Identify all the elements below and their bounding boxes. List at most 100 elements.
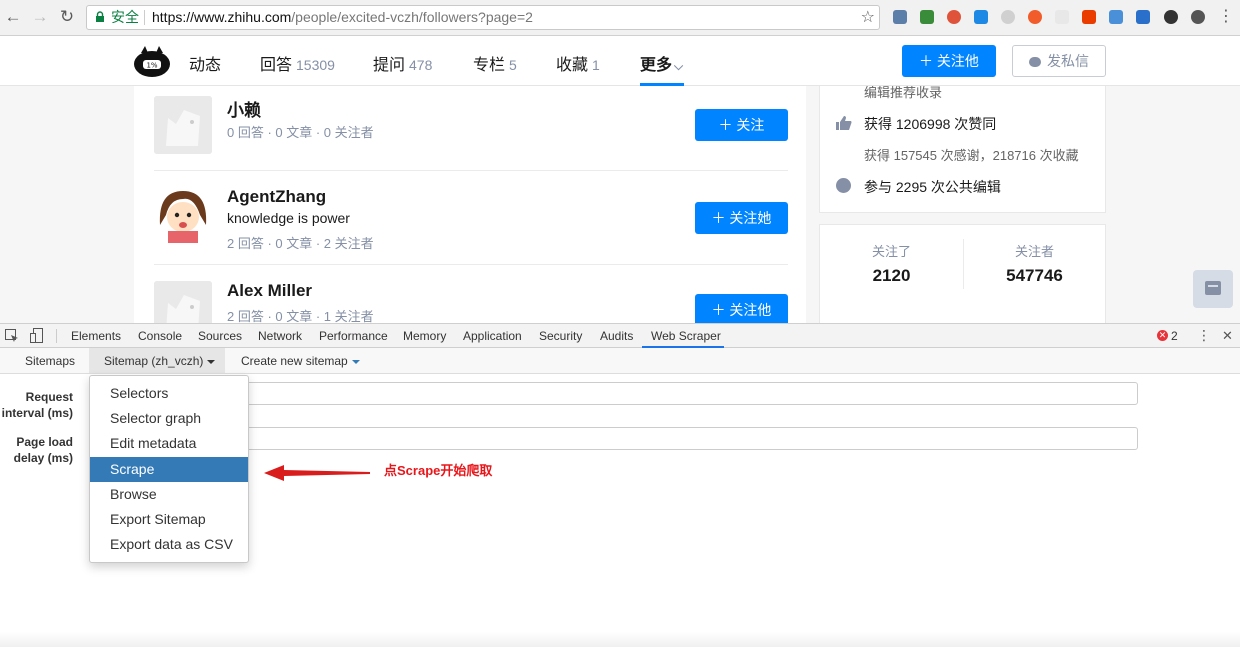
bookmark-star-icon[interactable]: ☆ bbox=[861, 6, 875, 29]
edit-icon bbox=[836, 178, 851, 193]
back-icon[interactable]: ← bbox=[3, 7, 23, 27]
chat-bubble-icon bbox=[1029, 57, 1041, 67]
tab-elements[interactable]: Elements bbox=[71, 329, 121, 343]
page-load-delay-label: Page load delay (ms) bbox=[0, 434, 73, 466]
default-avatar[interactable] bbox=[154, 96, 212, 154]
page-content: 小赖 0 回答 · 0 文章 · 0 关注者 ＋ 关注 AgentZhang k… bbox=[0, 86, 1240, 323]
menu-item-scrape[interactable]: Scrape bbox=[90, 457, 248, 482]
sitemap-dropdown-menu: Selectors Selector graph Edit metadata S… bbox=[89, 375, 249, 563]
tab-console[interactable]: Console bbox=[138, 329, 182, 343]
extension-icon-10[interactable] bbox=[1136, 10, 1150, 24]
reload-icon[interactable]: ↻ bbox=[57, 7, 77, 27]
follower-name[interactable]: AgentZhang bbox=[227, 187, 326, 207]
follower-row: AgentZhang knowledge is power 2 回答 · 0 文… bbox=[134, 171, 806, 264]
tab-performance[interactable]: Performance bbox=[319, 329, 388, 343]
secure-label: 安全 bbox=[111, 9, 139, 25]
nav-current-sitemap-label: Sitemap (zh_vczh) bbox=[104, 354, 204, 368]
chrome-menu-icon[interactable]: ⋮ bbox=[1216, 7, 1236, 27]
follower-meta: 0 回答 · 0 文章 · 0 关注者 bbox=[227, 125, 374, 140]
annotation-text: 点Scrape开始爬取 bbox=[384, 463, 493, 478]
extension-icon-4[interactable] bbox=[974, 10, 988, 24]
achievement-thanks: 获得 157545 次感谢，218716 次收藏 bbox=[864, 148, 1079, 163]
extension-icon-v[interactable] bbox=[920, 10, 934, 24]
extension-icon-9[interactable] bbox=[1109, 10, 1123, 24]
followers-label[interactable]: 关注者 bbox=[963, 241, 1106, 260]
extension-icon-3[interactable] bbox=[947, 10, 961, 24]
menu-item-edit-metadata[interactable]: Edit metadata bbox=[90, 431, 248, 456]
page-load-delay-label-line2: delay (ms) bbox=[13, 451, 73, 465]
extension-icon-5[interactable] bbox=[1001, 10, 1015, 24]
extension-icon-12[interactable] bbox=[1191, 10, 1205, 24]
follow-stats-card: 关注了 2120 关注者 547746 bbox=[819, 224, 1106, 323]
url-text[interactable]: https://www.zhihu.com/people/excited-vcz… bbox=[152, 6, 533, 29]
evernote-icon[interactable] bbox=[1164, 10, 1178, 24]
chevron-down-icon: ⌵ bbox=[674, 59, 684, 73]
caret-down-icon bbox=[207, 359, 216, 364]
follower-name[interactable]: Alex Miller bbox=[227, 281, 312, 301]
send-message-button[interactable]: 发私信 bbox=[1012, 45, 1106, 77]
tab-network[interactable]: Network bbox=[258, 329, 302, 343]
svg-text:1%: 1% bbox=[146, 62, 157, 70]
tab-columns[interactable]: 专栏 5 bbox=[473, 51, 517, 75]
following-label[interactable]: 关注了 bbox=[820, 241, 963, 260]
error-count[interactable]: 2 bbox=[1171, 329, 1178, 343]
user-avatar-logo[interactable]: 1% bbox=[133, 44, 171, 78]
tab-sources[interactable]: Sources bbox=[198, 329, 242, 343]
default-avatar[interactable] bbox=[154, 281, 212, 323]
tab-separator bbox=[56, 329, 57, 343]
followers-list: 小赖 0 回答 · 0 文章 · 0 关注者 ＋ 关注 AgentZhang k… bbox=[134, 86, 806, 323]
follow-him-button[interactable]: ＋ 关注他 bbox=[902, 45, 996, 77]
tab-activity[interactable]: 动态 bbox=[189, 51, 221, 75]
tab-more[interactable]: 更多 ⌵ bbox=[640, 51, 683, 75]
follow-button[interactable]: ＋ 关注她 bbox=[695, 202, 788, 234]
error-icon[interactable]: ✕ bbox=[1157, 330, 1168, 341]
page-load-delay-input[interactable] bbox=[240, 427, 1138, 450]
device-toolbar-icon[interactable] bbox=[30, 328, 44, 344]
following-count[interactable]: 2120 bbox=[820, 266, 963, 286]
nav-sitemaps[interactable]: Sitemaps bbox=[25, 354, 75, 368]
nav-create-sitemap[interactable]: Create new sitemap bbox=[241, 354, 360, 368]
extension-icon-7[interactable] bbox=[1055, 10, 1069, 24]
tab-count: 478 bbox=[409, 57, 433, 73]
follow-button[interactable]: ＋ 关注他 bbox=[695, 294, 788, 323]
tab-application[interactable]: Application bbox=[463, 329, 522, 343]
tab-label: 回答 bbox=[260, 57, 293, 74]
menu-item-browse[interactable]: Browse bbox=[90, 482, 248, 507]
follow-button[interactable]: ＋ 关注 bbox=[695, 109, 788, 141]
devtools-menu-icon[interactable]: ⋮ bbox=[1197, 327, 1211, 344]
nav-current-sitemap[interactable]: Sitemap (zh_vczh) bbox=[104, 354, 216, 368]
achievement-likes: 获得 1206998 次赞同 bbox=[864, 116, 997, 132]
address-bar[interactable]: 安全 https://www.zhihu.com/people/excited-… bbox=[86, 5, 880, 30]
menu-item-export-csv[interactable]: Export data as CSV bbox=[90, 532, 248, 557]
menu-item-selector-graph[interactable]: Selector graph bbox=[90, 406, 248, 431]
tab-answers[interactable]: 回答 15309 bbox=[260, 51, 335, 75]
tab-security[interactable]: Security bbox=[539, 329, 582, 343]
tab-label: 动态 bbox=[189, 57, 222, 74]
menu-item-export-sitemap[interactable]: Export Sitemap bbox=[90, 507, 248, 532]
tab-memory[interactable]: Memory bbox=[403, 329, 446, 343]
tab-questions[interactable]: 提问 478 bbox=[373, 51, 432, 75]
menu-item-selectors[interactable]: Selectors bbox=[90, 381, 248, 406]
page-load-delay-label-line1: Page load bbox=[16, 435, 73, 449]
extension-icon-1[interactable] bbox=[893, 10, 907, 24]
office-icon[interactable] bbox=[1082, 10, 1096, 24]
follower-name[interactable]: 小赖 bbox=[227, 96, 261, 121]
nav-create-sitemap-label: Create new sitemap bbox=[241, 354, 348, 368]
web-scraper-nav: Sitemaps Sitemap (zh_vczh) Create new si… bbox=[0, 348, 1240, 374]
extension-icon-6[interactable] bbox=[1028, 10, 1042, 24]
tab-collections[interactable]: 收藏 1 bbox=[556, 51, 600, 75]
send-message-label: 发私信 bbox=[1047, 53, 1089, 69]
forward-icon[interactable]: → bbox=[30, 7, 50, 27]
achievements-card: 编辑推荐收录 获得 1206998 次赞同 获得 157545 次感谢，2187… bbox=[819, 86, 1106, 213]
feedback-float-button[interactable] bbox=[1193, 270, 1233, 308]
tab-audits[interactable]: Audits bbox=[600, 329, 633, 343]
tab-label: 提问 bbox=[373, 57, 406, 74]
request-interval-input[interactable] bbox=[240, 382, 1138, 405]
followers-count[interactable]: 547746 bbox=[963, 266, 1106, 286]
tab-count: 15309 bbox=[296, 57, 335, 73]
inspect-element-icon[interactable] bbox=[5, 329, 19, 343]
cartoon-avatar[interactable] bbox=[154, 185, 212, 243]
close-devtools-icon[interactable]: ✕ bbox=[1222, 328, 1233, 344]
tab-web-scraper[interactable]: Web Scraper bbox=[651, 329, 721, 343]
window-bottom-edge bbox=[0, 632, 1240, 647]
